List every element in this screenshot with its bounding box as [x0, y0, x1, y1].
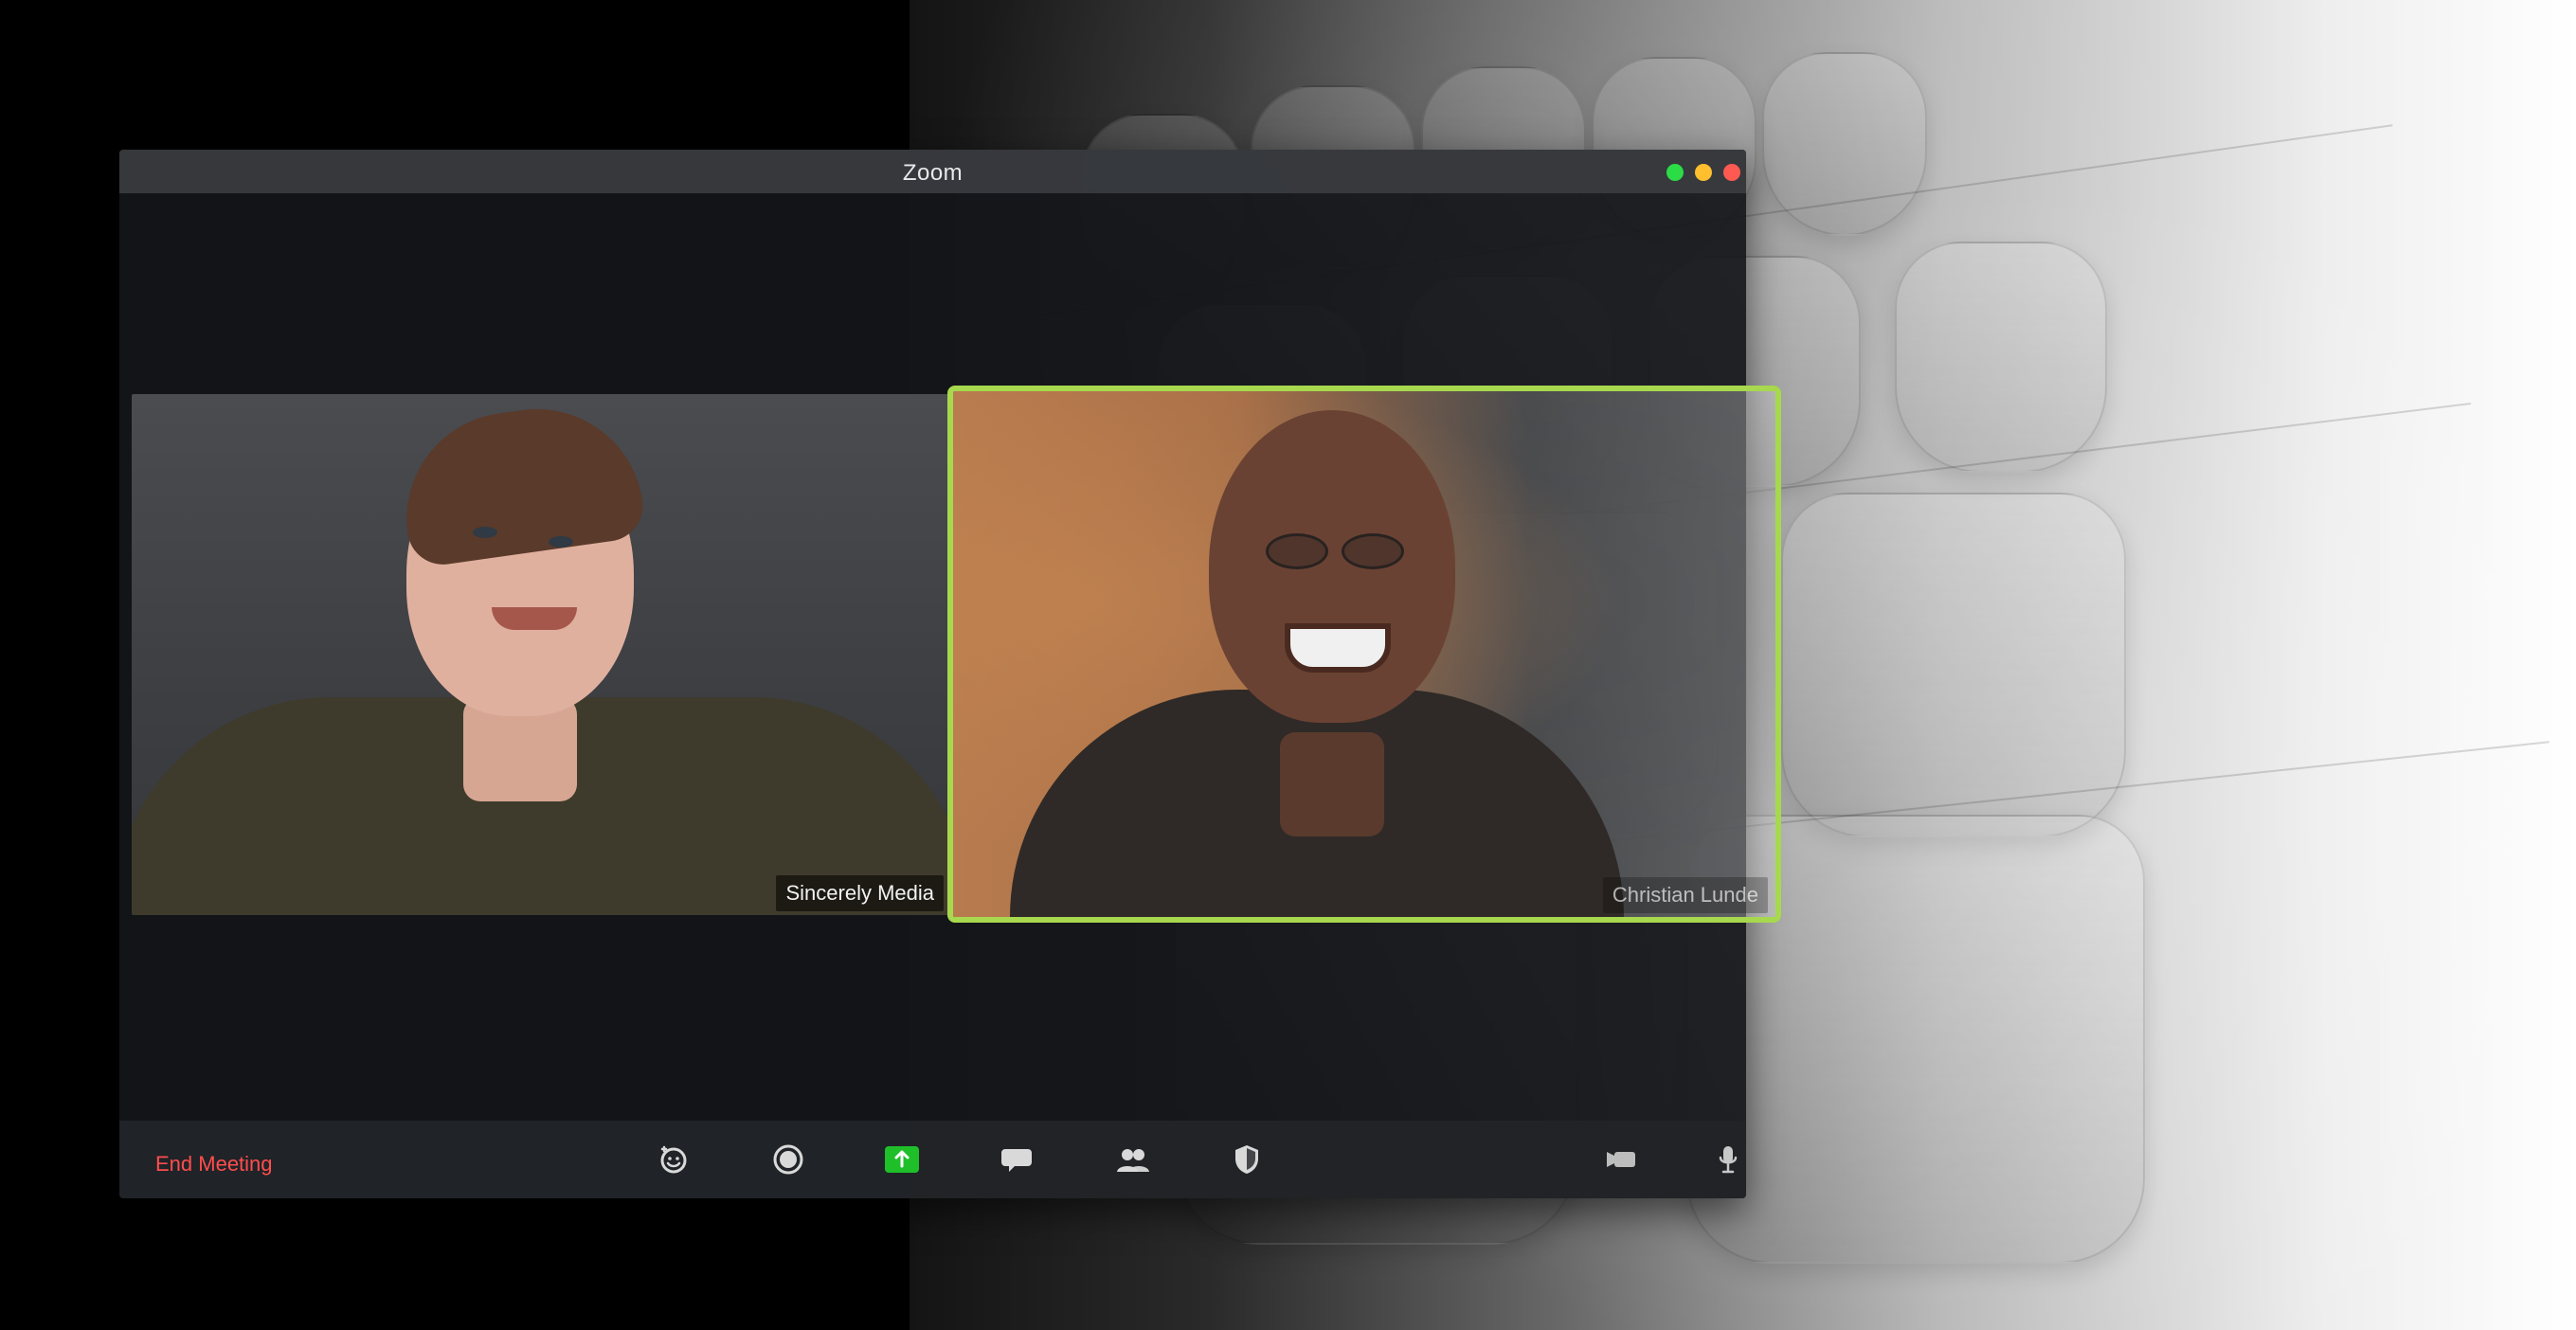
participant-2-head: [1209, 410, 1455, 723]
participant-2-neck: [1280, 732, 1384, 836]
chair-decoration: [1895, 242, 2107, 473]
participant-1-mouth: [492, 607, 577, 630]
chair-decoration: [1781, 493, 2126, 837]
participant-1-video: [132, 394, 951, 915]
window-titlebar: Zoom: [119, 150, 1746, 193]
participant-name-label: Sincerely Media: [776, 875, 944, 911]
chat-button[interactable]: [996, 1141, 1037, 1177]
minimize-button[interactable]: [1695, 164, 1712, 181]
participant-1-eye-left: [473, 527, 497, 538]
participants-icon: [1117, 1149, 1149, 1172]
video-icon: [1607, 1152, 1635, 1167]
end-meeting-button[interactable]: End Meeting: [155, 1146, 273, 1182]
security-icon: [1235, 1145, 1258, 1174]
maximize-button[interactable]: [1666, 164, 1684, 181]
participant-2-video: [953, 391, 1775, 917]
video-tile-participant-1[interactable]: Sincerely Media: [132, 394, 951, 915]
close-button[interactable]: [1723, 164, 1740, 181]
meeting-toolbar: End Meeting: [119, 1121, 1746, 1198]
zoom-window: Zoom Sincerely Media Christian Lunde End…: [119, 150, 1781, 1198]
participant-2-glasses-left: [1266, 533, 1328, 569]
participants-button[interactable]: [1110, 1141, 1156, 1177]
reactions-icon: [660, 1145, 687, 1174]
mic-icon: [1719, 1146, 1738, 1174]
chat-icon: [1001, 1149, 1032, 1172]
participant-name-label: Christian Lunde: [1602, 877, 1768, 913]
security-button[interactable]: [1226, 1141, 1268, 1177]
video-button[interactable]: [1603, 1141, 1645, 1177]
share-screen-icon: [885, 1146, 919, 1173]
window-title: Zoom: [902, 160, 964, 186]
video-tile-participant-2-active[interactable]: Christian Lunde: [947, 386, 1781, 923]
record-button[interactable]: [767, 1141, 809, 1177]
share-screen-button[interactable]: [881, 1141, 923, 1177]
chair-decoration: [1762, 52, 1927, 236]
reactions-button[interactable]: [653, 1141, 694, 1177]
participant-2-glasses-right: [1342, 533, 1404, 569]
mic-button[interactable]: [1709, 1141, 1747, 1177]
record-icon: [773, 1144, 803, 1175]
participant-2-smile: [1285, 623, 1391, 673]
participant-1-eye-right: [549, 536, 573, 548]
